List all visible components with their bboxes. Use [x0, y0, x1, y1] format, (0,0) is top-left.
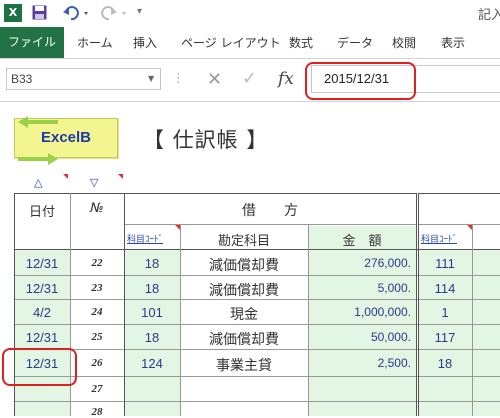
- account-cell[interactable]: 現金: [180, 304, 308, 324]
- tab-insert[interactable]: 挿入: [133, 30, 157, 56]
- col-divider: [308, 224, 309, 416]
- amount-cell[interactable]: 5,000.: [308, 281, 411, 295]
- document-title: 記入: [478, 8, 500, 23]
- date-cell[interactable]: 12/31: [14, 281, 70, 296]
- code-cell[interactable]: 18: [124, 281, 180, 296]
- page-title: 【 仕訳帳 】: [143, 128, 269, 152]
- header-account: 勘定科目: [217, 234, 270, 249]
- header-debit: 借 方: [242, 203, 298, 219]
- table-border-top: [418, 193, 500, 194]
- cancel-icon[interactable]: ✕: [207, 71, 222, 89]
- customize-qat-icon[interactable]: ▾: [137, 6, 142, 17]
- tab-view[interactable]: 表示: [441, 30, 465, 56]
- date-cell[interactable]: 4/2: [14, 305, 70, 320]
- row-divider: [14, 349, 500, 350]
- sort-down-icon[interactable]: ▽: [90, 176, 98, 189]
- table-border-top: [14, 193, 416, 194]
- header-divider: [418, 224, 500, 225]
- col-divider: [472, 224, 473, 416]
- header-code-link[interactable]: 科目ｺｰﾄﾞ: [127, 232, 163, 245]
- formula-bar-grip[interactable]: ⋮: [172, 71, 185, 86]
- comment-indicator: [63, 174, 68, 179]
- code-cell[interactable]: 18: [124, 256, 180, 271]
- code2-cell[interactable]: 117: [418, 330, 472, 345]
- code2-cell[interactable]: 111: [418, 256, 472, 271]
- insert-function-icon[interactable]: fx: [278, 70, 294, 88]
- arrow-left-icon: [18, 113, 58, 128]
- date-cell[interactable]: 12/31: [14, 330, 70, 345]
- no-cell[interactable]: 26: [70, 357, 124, 369]
- no-cell[interactable]: 27: [70, 383, 124, 395]
- code-cell[interactable]: 18: [124, 330, 180, 345]
- row-divider: [14, 275, 500, 276]
- tab-page-layout[interactable]: ページ レイアウト: [181, 30, 281, 56]
- amount-cell[interactable]: 1,000,000.: [308, 305, 411, 319]
- name-box[interactable]: B33: [6, 68, 161, 90]
- header-amount: 金 額: [342, 234, 382, 249]
- account-cell[interactable]: 事業主貸: [180, 355, 308, 375]
- comment-indicator: [175, 225, 180, 230]
- no-cell[interactable]: 23: [70, 282, 124, 294]
- date-cell[interactable]: 12/31: [14, 256, 70, 271]
- row-divider: [14, 376, 500, 377]
- header-border-bottom: [14, 249, 500, 250]
- arrow-right-icon: [18, 150, 58, 165]
- enter-icon[interactable]: ✓: [242, 70, 257, 88]
- amount-column-fill: [308, 226, 416, 416]
- tab-data[interactable]: データ: [337, 30, 373, 56]
- tab-formulas[interactable]: 数式: [289, 30, 313, 56]
- code2-cell[interactable]: 1: [418, 305, 472, 320]
- account-cell[interactable]: 減価償却費: [180, 255, 308, 275]
- no-cell[interactable]: 24: [70, 306, 124, 318]
- excel-icon[interactable]: X: [4, 4, 22, 22]
- account-cell[interactable]: 減価償却費: [180, 329, 308, 349]
- header-divider: [124, 224, 416, 225]
- code-cell[interactable]: 101: [124, 305, 180, 320]
- account-cell[interactable]: 減価償却費: [180, 280, 308, 300]
- save-icon[interactable]: [32, 5, 47, 20]
- amount-cell[interactable]: 2,500.: [308, 356, 411, 370]
- tab-home[interactable]: ホーム: [77, 30, 113, 56]
- undo-icon[interactable]: [62, 4, 92, 22]
- comment-indicator: [467, 225, 472, 230]
- amount-cell[interactable]: 50,000.: [308, 330, 411, 344]
- tab-file[interactable]: ファイル: [0, 27, 64, 58]
- header-code2-link[interactable]: 科目ｺｰﾄﾞ: [421, 232, 457, 245]
- col-divider: [416, 193, 417, 416]
- no-cell[interactable]: 28: [70, 406, 124, 418]
- no-cell[interactable]: 25: [70, 331, 124, 343]
- tab-review[interactable]: 校閲: [392, 30, 416, 56]
- header-date: 日付: [28, 205, 55, 220]
- code-cell[interactable]: 124: [124, 356, 180, 371]
- code2-cell[interactable]: 18: [418, 356, 472, 371]
- header-no: №: [90, 201, 104, 216]
- highlight-circle: [2, 348, 77, 386]
- code2-cell[interactable]: 114: [418, 281, 472, 296]
- no-cell[interactable]: 22: [70, 257, 124, 269]
- excelb-label[interactable]: ExcelB: [14, 129, 118, 146]
- chevron-down-icon[interactable]: ▼: [148, 74, 154, 83]
- row-divider: [14, 324, 500, 325]
- amount-cell[interactable]: 276,000.: [308, 256, 411, 270]
- comment-indicator: [118, 174, 123, 179]
- redo-icon[interactable]: [100, 4, 130, 22]
- row-divider: [14, 401, 500, 402]
- highlight-circle: [305, 62, 416, 100]
- sort-up-icon[interactable]: △: [34, 176, 42, 189]
